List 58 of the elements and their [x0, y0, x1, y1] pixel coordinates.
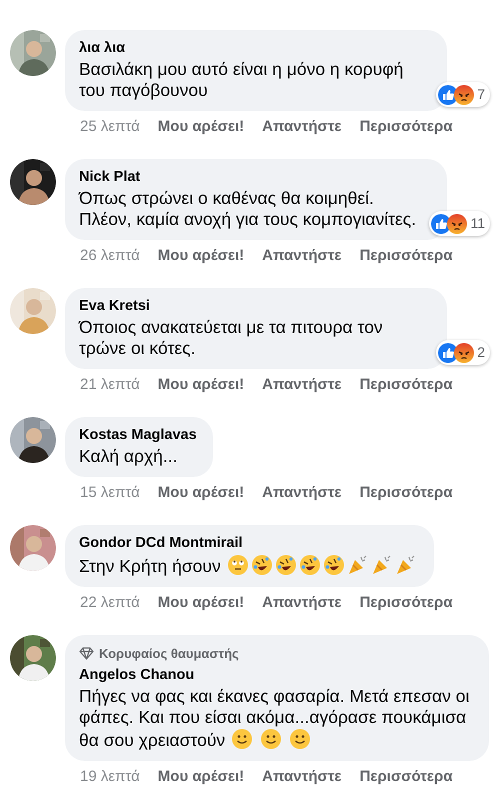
comment-text: Όπως στρώνει ο καθένας θα κοιμηθεί. Πλέον, καμία ανοχή για τους κομπογιανίτες. — [79, 188, 418, 230]
party-popper-icon — [370, 554, 393, 576]
reaction-summary[interactable]: 2 — [436, 340, 490, 365]
more-link[interactable]: Περισσότερα — [360, 766, 453, 786]
diamond-icon — [79, 647, 94, 660]
laughing-face-icon — [274, 554, 297, 576]
like-link[interactable]: Μου αρέσει! — [158, 766, 244, 786]
reaction-count: 7 — [477, 85, 485, 104]
reaction-count: 11 — [470, 214, 485, 233]
reply-link[interactable]: Απαντήστε — [262, 766, 342, 786]
like-link[interactable]: Μου αρέσει! — [158, 117, 244, 137]
laughing-face-icon — [250, 554, 273, 576]
laughing-face-icon — [322, 554, 345, 576]
comment-text: Βασιλάκη μου αυτό είναι η μόνο η κορυφή του παγόβουνου — [79, 59, 404, 101]
party-popper-icon — [346, 554, 369, 576]
more-link[interactable]: Περισσότερα — [360, 593, 453, 613]
more-link[interactable]: Περισσότερα — [360, 483, 453, 503]
author-name[interactable]: Gondor DCd Montmirail — [79, 532, 418, 554]
angry-face-icon — [454, 342, 474, 362]
comment-time: 26 λεπτά — [80, 246, 140, 266]
reaction-summary[interactable]: 11 — [429, 211, 490, 236]
reply-link[interactable]: Απαντήστε — [262, 117, 342, 137]
author-name[interactable]: Angelos Chanou — [79, 664, 473, 686]
more-link[interactable]: Περισσότερα — [360, 246, 453, 266]
smiling-face-icon — [231, 728, 254, 750]
reaction-summary[interactable]: 7 — [436, 82, 490, 107]
comment-text: Όποιος ανακατεύεται με τα πιτουρα τον τρώνε οι κότες. — [79, 317, 384, 359]
like-link[interactable]: Μου αρέσει! — [158, 483, 244, 503]
reply-link[interactable]: Απαντήστε — [262, 246, 342, 266]
comment-time: 19 λεπτά — [80, 766, 140, 786]
like-link[interactable]: Μου αρέσει! — [158, 246, 244, 266]
laughing-face-icon — [298, 554, 321, 576]
reply-link[interactable]: Απαντήστε — [262, 593, 342, 613]
smiling-face-icon — [260, 728, 282, 750]
comment-text: Καλή αρχή... — [79, 446, 178, 467]
angry-face-icon — [447, 214, 468, 234]
more-link[interactable]: Περισσότερα — [360, 375, 453, 395]
party-popper-icon — [394, 554, 417, 576]
comment-time: 15 λεπτά — [80, 483, 140, 503]
like-link[interactable]: Μου αρέσει! — [158, 375, 244, 395]
comment-text: Πήγες να φας και έκανες φασαρία. Μετά επεσαν οι φάπες. Και που είσαι ακόμα...αγόρασε πουκάμισα θα σου χρειαστούν — [79, 686, 470, 750]
like-link[interactable]: Μου αρέσει! — [158, 593, 244, 613]
author-name[interactable]: Eva Kretsi — [79, 295, 431, 317]
reply-link[interactable]: Απαντήστε — [262, 483, 342, 503]
top-fan-label: Κορυφαίος θαυμαστής — [99, 645, 239, 663]
comment-time: 25 λεπτά — [80, 117, 140, 137]
reaction-count: 2 — [477, 343, 485, 362]
comment-time: 22 λεπτά — [80, 593, 140, 613]
smiling-face-icon — [288, 728, 311, 750]
comment-time: 21 λεπτά — [80, 375, 140, 395]
author-name[interactable]: Nick Plat — [79, 166, 431, 188]
author-name[interactable]: λια λια — [79, 37, 431, 59]
eye-roll-face-icon — [226, 554, 249, 576]
comment-text: Στην Κρήτη ήσουν — [79, 554, 418, 577]
more-link[interactable]: Περισσότερα — [360, 117, 453, 137]
author-name[interactable]: Kostas Maglavas — [79, 424, 197, 446]
angry-face-icon — [454, 84, 474, 104]
reply-link[interactable]: Απαντήστε — [262, 375, 342, 395]
